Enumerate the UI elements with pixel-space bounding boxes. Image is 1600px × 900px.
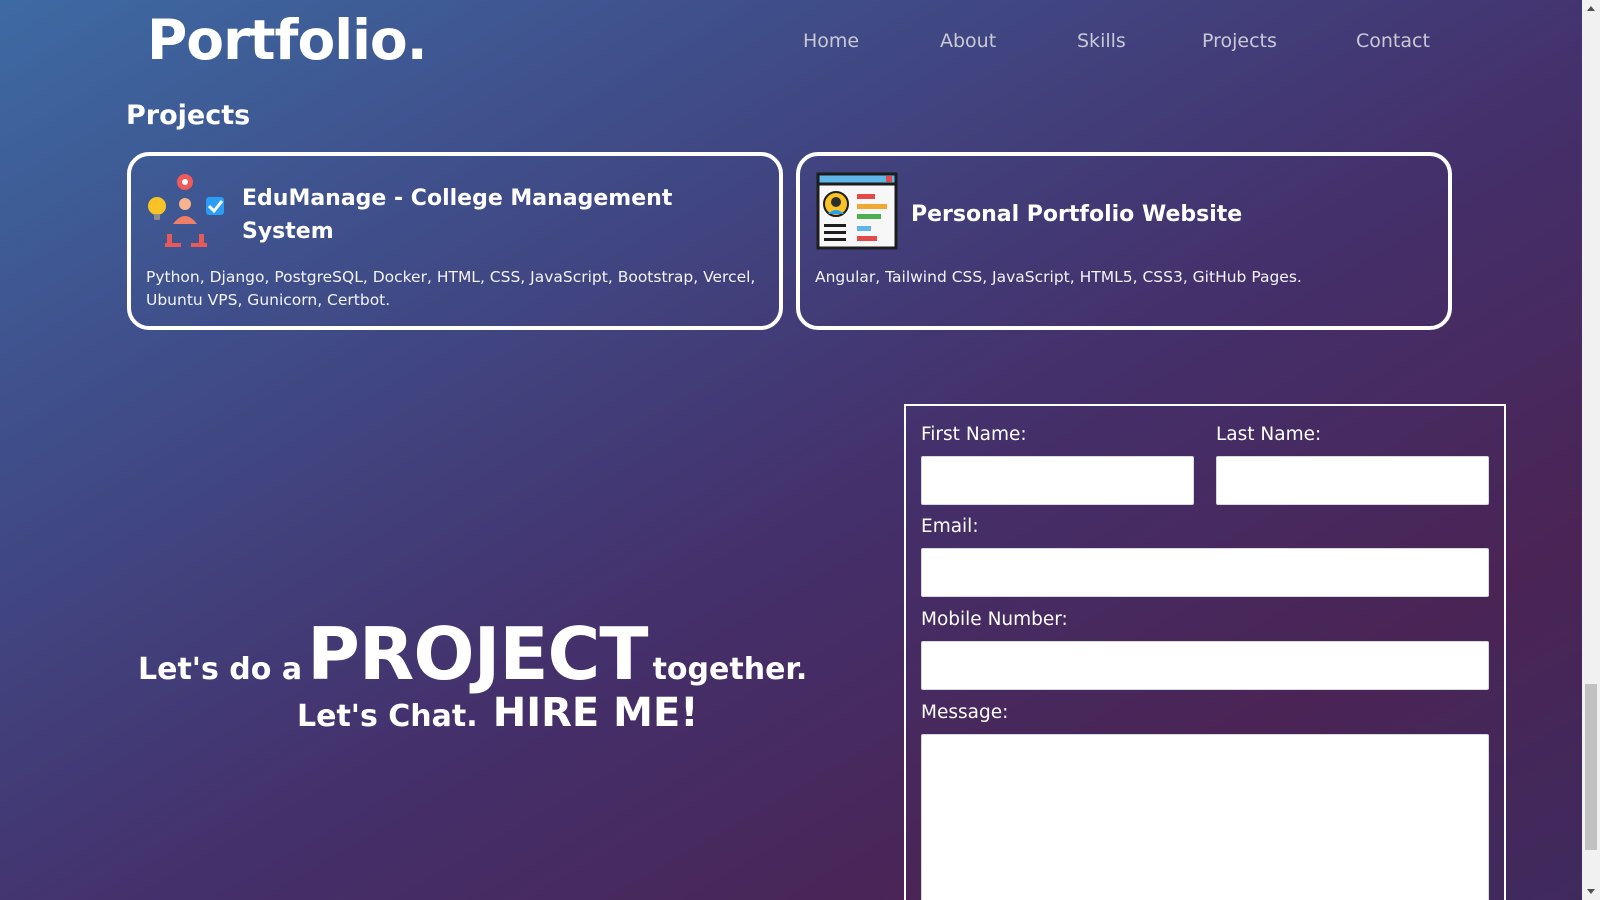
project-title: Personal Portfolio Website — [911, 202, 1243, 227]
last-name-input[interactable] — [1216, 456, 1489, 505]
cta-line-1: Let's do a PROJECT together. — [138, 612, 807, 696]
hire-me-text: HIRE ME! — [492, 690, 699, 736]
first-name-label: First Name: — [921, 424, 1027, 445]
project-tech-stack: Angular, Tailwind CSS, JavaScript, HTML5… — [815, 268, 1302, 286]
cta-lead: Let's do a — [138, 652, 303, 687]
cta-project: PROJECT — [307, 612, 648, 696]
nav-skills[interactable]: Skills — [1077, 30, 1126, 52]
mobile-input[interactable] — [921, 641, 1489, 690]
call-to-action: Let's do a PROJECT together. Let's Chat.… — [138, 612, 838, 752]
nav-contact[interactable]: Contact — [1356, 30, 1430, 52]
nav-about[interactable]: About — [940, 30, 996, 52]
cta-tail: together. — [652, 652, 808, 687]
scroll-up-icon[interactable] — [1587, 6, 1595, 11]
email-input[interactable] — [921, 548, 1489, 597]
nav-projects[interactable]: Projects — [1202, 30, 1277, 52]
project-card-portfolio[interactable]: Personal Portfolio Website Angular, Tail… — [796, 152, 1452, 330]
nav-home[interactable]: Home — [803, 30, 859, 52]
project-management-icon — [145, 170, 229, 254]
scroll-down-icon[interactable] — [1587, 889, 1595, 894]
cta-line-2: Let's Chat. HIRE ME! — [297, 690, 699, 736]
message-textarea[interactable] — [921, 734, 1489, 900]
page: Portfolio. Home About Skills Projects Co… — [0, 0, 1582, 900]
project-card-edumanage[interactable]: EduManage - College Management System Py… — [127, 152, 783, 330]
contact-form: First Name: Last Name: Email: Mobile Num… — [904, 404, 1506, 900]
email-label: Email: — [921, 516, 979, 537]
scroll-thumb[interactable] — [1585, 684, 1597, 850]
project-tech-stack: Python, Django, PostgreSQL, Docker, HTML… — [146, 268, 756, 309]
mobile-label: Mobile Number: — [921, 609, 1068, 630]
logo[interactable]: Portfolio. — [147, 8, 428, 72]
projects-heading: Projects — [126, 100, 251, 131]
message-label: Message: — [921, 702, 1009, 723]
first-name-input[interactable] — [921, 456, 1194, 505]
resume-document-icon — [814, 170, 898, 254]
project-title: EduManage - College Management System — [242, 186, 673, 244]
cta-chat: Let's Chat. — [297, 699, 478, 734]
page-scrollbar[interactable] — [1582, 0, 1600, 900]
main-nav: Home About Skills Projects Contact — [780, 30, 1440, 54]
last-name-label: Last Name: — [1216, 424, 1322, 445]
